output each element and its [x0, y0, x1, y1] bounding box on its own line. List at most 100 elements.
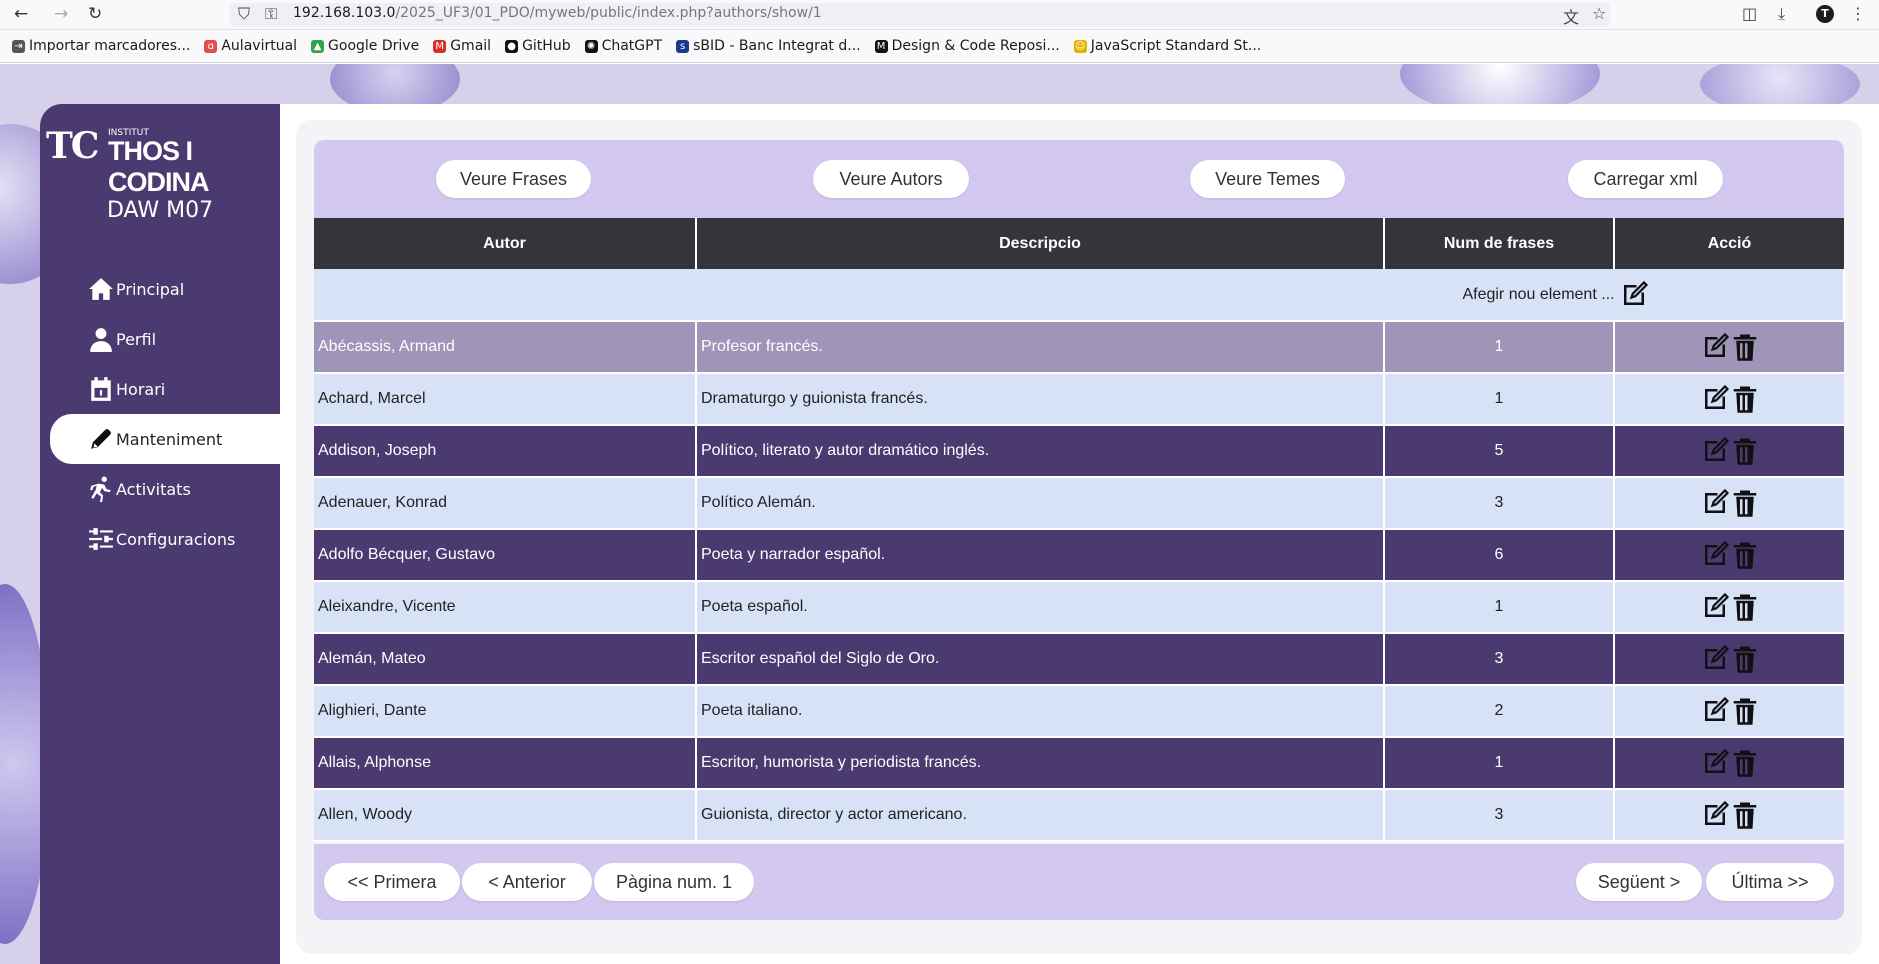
- sidebar-item-manteniment[interactable]: Manteniment: [50, 414, 280, 464]
- next-page-button[interactable]: Següent >: [1576, 863, 1702, 901]
- trash-icon[interactable]: [1730, 696, 1760, 726]
- edit-icon[interactable]: [1700, 436, 1730, 466]
- description-cell: Político, literato y autor dramático ing…: [696, 425, 1385, 478]
- menu-icon[interactable]: ⋮: [1850, 4, 1866, 23]
- edit-icon[interactable]: [1700, 332, 1730, 362]
- lock-icon[interactable]: ⚿: [265, 4, 277, 24]
- table-row: Adenauer, Konrad Político Alemán. 3: [314, 477, 1844, 530]
- last-page-button[interactable]: Última >>: [1706, 863, 1834, 901]
- author-cell: Alemán, Mateo: [314, 633, 697, 686]
- bookmark-import[interactable]: ⇥ Importar marcadores...: [12, 38, 190, 54]
- trash-icon[interactable]: [1730, 436, 1760, 466]
- actions-cell: [1614, 633, 1844, 686]
- add-cell: Afegir nou element ...: [314, 269, 1845, 322]
- actions-cell: [1614, 789, 1844, 842]
- edit-icon[interactable]: [1700, 696, 1730, 726]
- sidebar-item-activitats[interactable]: Activitats: [40, 464, 280, 514]
- trash-icon[interactable]: [1730, 332, 1760, 362]
- view-authors-button[interactable]: Veure Autors: [813, 160, 969, 198]
- bookmark-javascript-standard[interactable]: ☺ JavaScript Standard St...: [1073, 38, 1261, 54]
- translate-icon[interactable]: 文: [1563, 4, 1579, 28]
- trash-icon[interactable]: [1730, 488, 1760, 518]
- author-cell: Allen, Woody: [314, 789, 697, 842]
- description-cell: Dramaturgo y guionista francés.: [696, 373, 1385, 426]
- profile-avatar[interactable]: T: [1816, 5, 1834, 23]
- edit-icon[interactable]: [1700, 800, 1730, 830]
- trash-icon[interactable]: [1730, 384, 1760, 414]
- edit-icon[interactable]: [1700, 540, 1730, 570]
- phrase-count-cell: 3: [1384, 477, 1615, 530]
- author-cell: Allais, Alphonse: [314, 737, 697, 790]
- actions-cell: [1614, 581, 1844, 634]
- view-topics-button[interactable]: Veure Temes: [1190, 160, 1345, 198]
- sidebar-item-horari[interactable]: Horari: [40, 364, 280, 414]
- column-header-descripcio[interactable]: Descripcio: [696, 218, 1385, 269]
- table-row: Alemán, Mateo Escritor español del Siglo …: [314, 633, 1844, 686]
- pocket-icon[interactable]: ◫: [1742, 4, 1757, 23]
- sidebar-item-configuracions[interactable]: Configuracions: [40, 514, 280, 564]
- add-edit-icon[interactable]: [1619, 280, 1649, 310]
- forward-icon[interactable]: →: [54, 4, 68, 24]
- phrase-count-cell: 5: [1384, 425, 1615, 478]
- reload-icon[interactable]: ↻: [88, 4, 102, 24]
- trash-icon[interactable]: [1730, 748, 1760, 778]
- table-row: Abécassis, Armand Profesor francés. 1: [314, 321, 1844, 374]
- actions-cell: [1614, 685, 1844, 738]
- add-row: Afegir nou element ...: [314, 269, 1845, 322]
- back-icon[interactable]: ←: [14, 4, 28, 24]
- bookmark-gmail[interactable]: M Gmail: [433, 38, 491, 54]
- phrase-count-cell: 2: [1384, 685, 1615, 738]
- actions-toolbar: Veure Frases Veure Autors Veure Temes Ca…: [314, 140, 1844, 218]
- table-row: Alighieri, Dante Poeta italiano. 2: [314, 685, 1844, 738]
- edit-icon[interactable]: [1700, 384, 1730, 414]
- previous-page-button[interactable]: < Anterior: [462, 863, 592, 901]
- page-number-button[interactable]: Pàgina num. 1: [594, 863, 754, 901]
- first-page-button[interactable]: << Primera: [324, 863, 460, 901]
- description-cell: Profesor francés.: [696, 321, 1385, 374]
- bookmarks-bar: ⇥ Importar marcadores... ɑ Aulavirtual ▲ Go…: [0, 30, 1879, 63]
- sidebar-item-principal[interactable]: Principal: [40, 264, 280, 314]
- download-icon[interactable]: ⤓: [1778, 4, 1785, 24]
- author-cell: Adenauer, Konrad: [314, 477, 697, 530]
- bookmark-chatgpt[interactable]: ✺ ChatGPT: [584, 38, 662, 54]
- home-icon: [89, 278, 113, 300]
- authors-table: Autor Descripcio Num de frases Acció Afe…: [314, 218, 1845, 842]
- bookmark-sbid[interactable]: s sBID - Banc Integrat d...: [676, 38, 861, 54]
- author-cell: Adolfo Bécquer, Gustavo: [314, 529, 697, 582]
- trash-icon[interactable]: [1730, 592, 1760, 622]
- add-element-label[interactable]: Afegir nou element ...: [1462, 286, 1614, 303]
- table-row: Achard, Marcel Dramaturgo y guionista fra…: [314, 373, 1844, 426]
- table-row: Addison, Joseph Político, literato y auto…: [314, 425, 1844, 478]
- author-cell: Achard, Marcel: [314, 373, 697, 426]
- edit-icon[interactable]: [1700, 748, 1730, 778]
- actions-cell: [1614, 373, 1844, 426]
- sidebar-item-perfil[interactable]: Perfil: [40, 314, 280, 364]
- bookmark-design-code[interactable]: M Design & Code Reposi...: [874, 38, 1060, 54]
- table-row: Allais, Alphonse Escritor, humorista y pe…: [314, 737, 1844, 790]
- star-icon[interactable]: ☆: [1592, 4, 1606, 23]
- view-phrases-button[interactable]: Veure Frases: [436, 160, 591, 198]
- bookmark-google-drive[interactable]: ▲ Google Drive: [311, 38, 419, 54]
- bookmark-aulavirtual[interactable]: ɑ Aulavirtual: [204, 38, 297, 54]
- trash-icon[interactable]: [1730, 644, 1760, 674]
- actions-cell: [1614, 321, 1844, 374]
- load-xml-button[interactable]: Carregar xml: [1568, 160, 1723, 198]
- bookmark-github[interactable]: ● GitHub: [505, 38, 571, 54]
- description-cell: Poeta italiano.: [696, 685, 1385, 738]
- trash-icon[interactable]: [1730, 800, 1760, 830]
- description-cell: Poeta español.: [696, 581, 1385, 634]
- table-row: Allen, Woody Guionista, director y actor …: [314, 789, 1844, 842]
- url-text[interactable]: 192.168.103.0/2025_UF3/01_PDO/myweb/publ…: [293, 5, 822, 21]
- column-header-autor[interactable]: Autor: [314, 218, 697, 269]
- edit-icon[interactable]: [1700, 644, 1730, 674]
- edit-icon[interactable]: [1700, 592, 1730, 622]
- sidebar-item-label: Horari: [116, 379, 166, 399]
- trash-icon[interactable]: [1730, 540, 1760, 570]
- school-logo[interactable]: TC INSTITUT THOS I CODINA: [46, 124, 278, 197]
- sidebar-item-label: Principal: [116, 279, 185, 299]
- phrase-count-cell: 3: [1384, 633, 1615, 686]
- edit-icon[interactable]: [1700, 488, 1730, 518]
- column-header-num-frases[interactable]: Num de frases: [1384, 218, 1615, 269]
- shield-icon[interactable]: ⛉: [238, 4, 250, 24]
- actions-cell: [1614, 477, 1844, 530]
